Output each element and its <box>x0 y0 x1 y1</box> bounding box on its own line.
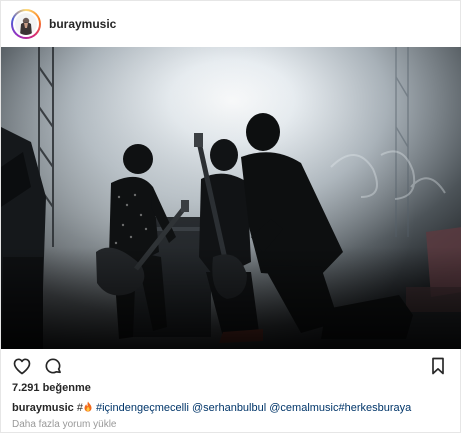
avatar[interactable] <box>11 9 41 39</box>
post-username[interactable]: buraymusic <box>49 17 116 31</box>
heart-icon[interactable] <box>12 356 32 376</box>
post-caption: buraymusic # #içindengeçmecelli @serhanb… <box>12 401 411 414</box>
like-count[interactable]: 7.291 beğenme <box>12 382 91 394</box>
load-more-comments-link[interactable]: Daha fazla yorum yükle <box>12 419 117 430</box>
post-action-bar <box>1 353 461 379</box>
caption-username[interactable]: buraymusic <box>12 402 74 414</box>
bookmark-icon[interactable] <box>428 356 448 376</box>
hashtag-link[interactable]: #içindengeçmecelli <box>96 402 189 414</box>
post-header: buraymusic <box>1 1 461 47</box>
hashtag-link[interactable]: #herkesburaya <box>338 402 411 414</box>
mention-link[interactable]: @serhanbulbul <box>192 402 266 414</box>
instagram-post: buraymusic 7.291 beğenme buraymusic # #i… <box>0 0 461 433</box>
post-photo[interactable] <box>1 47 461 349</box>
avatar-image <box>15 13 37 35</box>
mention-link[interactable]: @cemalmusic <box>269 402 338 414</box>
comment-icon[interactable] <box>43 356 63 376</box>
fire-emoji-icon <box>83 401 93 412</box>
